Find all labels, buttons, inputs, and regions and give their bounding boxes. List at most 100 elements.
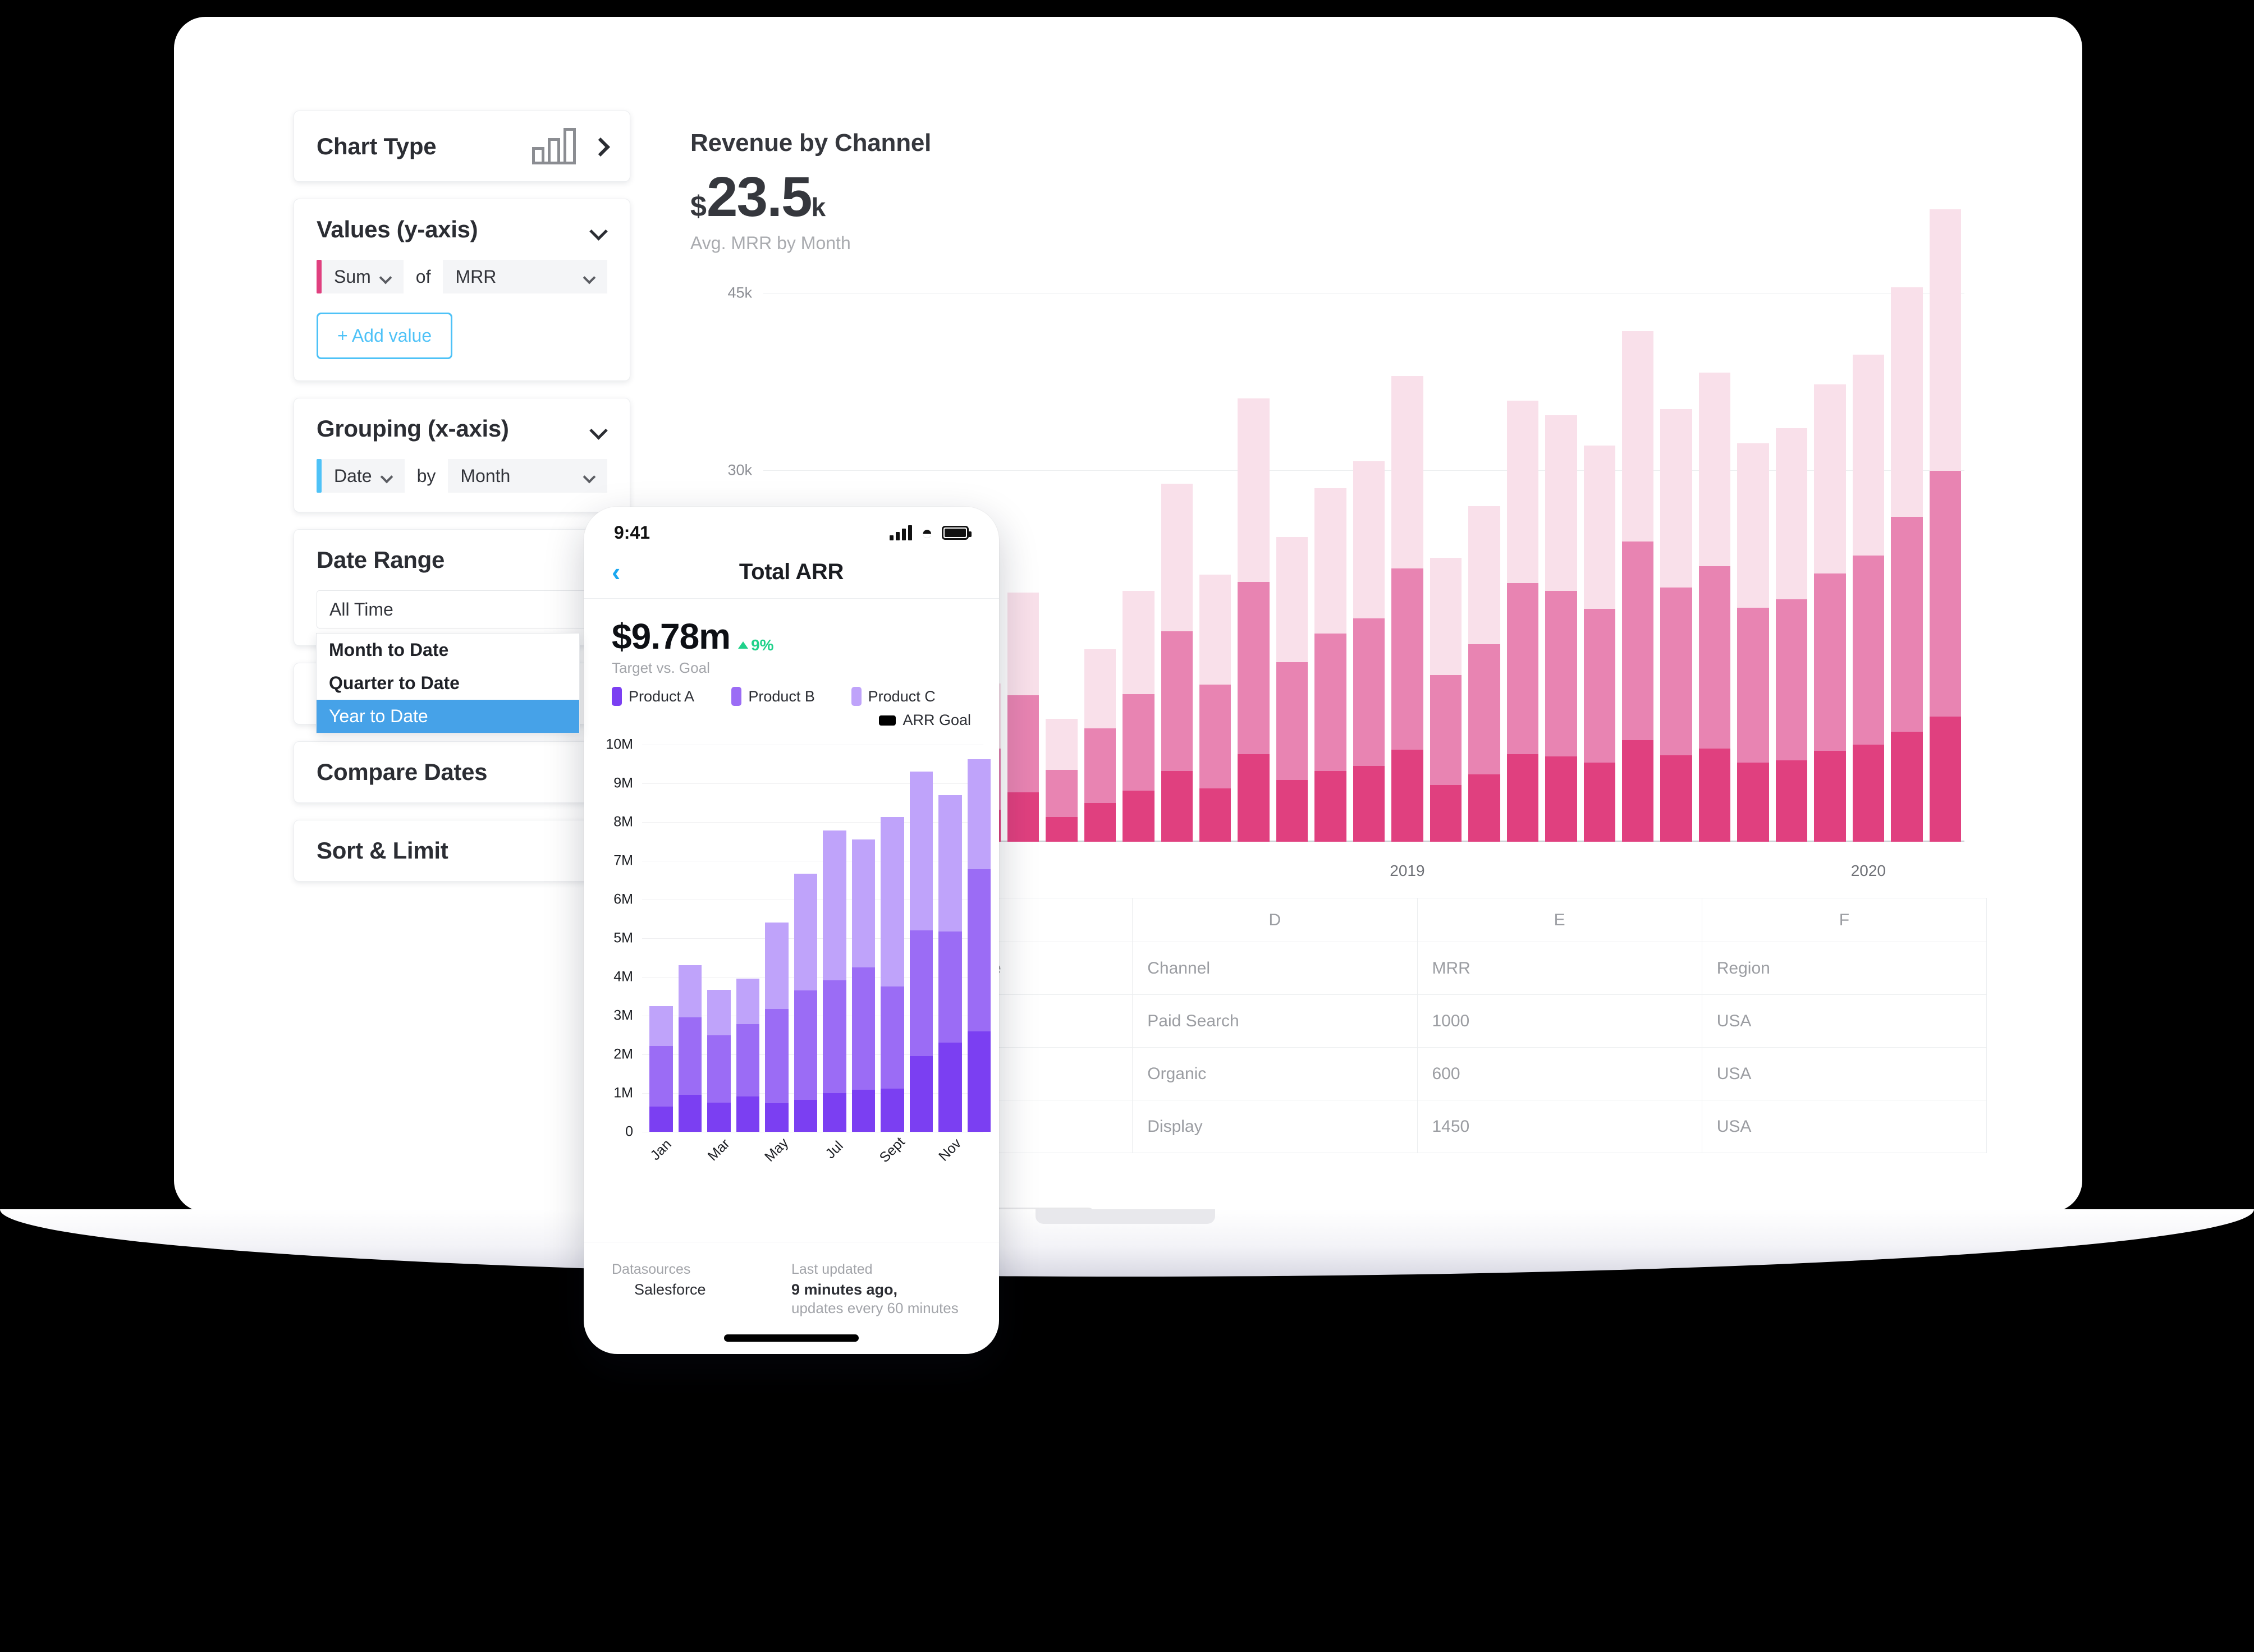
bar-segment bbox=[1161, 483, 1193, 632]
bar-segment bbox=[1929, 470, 1962, 717]
bar-column[interactable] bbox=[1123, 591, 1155, 842]
date-range-dropdown[interactable]: Month to Date Quarter to Date Year to Da… bbox=[316, 633, 580, 733]
phone-legend: Product A Product B Product C bbox=[584, 677, 999, 706]
phone-kpi-delta: 9% bbox=[738, 636, 774, 654]
bar-column[interactable] bbox=[1161, 483, 1193, 842]
bar-column[interactable] bbox=[1891, 287, 1923, 842]
bar-column[interactable] bbox=[1852, 355, 1885, 842]
table-cell[interactable]: Region bbox=[1701, 942, 1987, 995]
table-cell[interactable]: Display bbox=[1132, 1100, 1418, 1153]
grouping-accent-bar bbox=[317, 459, 322, 493]
bar-segment bbox=[1468, 506, 1500, 645]
bar-column[interactable] bbox=[1238, 398, 1270, 842]
chevron-down-icon bbox=[584, 273, 595, 280]
grouping-dimension-label: Date bbox=[334, 465, 372, 486]
phone-kpi-subtitle: Target vs. Goal bbox=[612, 659, 710, 676]
bar-column[interactable] bbox=[1084, 649, 1116, 842]
bar-segment bbox=[1698, 372, 1731, 567]
bar-segment bbox=[1545, 591, 1577, 757]
table-column-header[interactable]: E bbox=[1417, 898, 1702, 942]
table-cell[interactable]: USA bbox=[1701, 1100, 1987, 1153]
bar-column[interactable] bbox=[1468, 506, 1500, 842]
bar-segment bbox=[1775, 428, 1808, 600]
table-cell[interactable]: Organic bbox=[1132, 1047, 1418, 1100]
bar-column[interactable] bbox=[1314, 488, 1346, 842]
dropdown-option-quarter-to-date[interactable]: Quarter to Date bbox=[317, 667, 579, 700]
table-cell[interactable]: 1450 bbox=[1417, 1100, 1702, 1153]
bar-segment bbox=[1046, 718, 1078, 770]
bar-column[interactable] bbox=[1660, 409, 1692, 842]
aggregation-label: Sum bbox=[334, 266, 371, 287]
bar-column[interactable] bbox=[1814, 384, 1846, 842]
bar-segment bbox=[1506, 582, 1539, 755]
x-axis-tick: Jan bbox=[647, 1136, 675, 1164]
aggregation-select[interactable]: Sum bbox=[322, 260, 404, 293]
panel-chart-type[interactable]: Chart Type bbox=[294, 111, 630, 182]
bar-column[interactable] bbox=[1046, 718, 1078, 842]
kpi-currency-symbol: $ bbox=[690, 190, 707, 223]
bar-column[interactable] bbox=[1276, 536, 1308, 842]
panel-sort-limit[interactable]: Sort & Limit bbox=[294, 820, 630, 882]
dropdown-option-month-to-date[interactable]: Month to Date bbox=[317, 634, 579, 667]
grouping-connector: by bbox=[416, 465, 436, 486]
table-cell[interactable]: Paid Search bbox=[1132, 994, 1418, 1048]
chevron-down-icon[interactable] bbox=[590, 225, 607, 235]
chevron-down-icon bbox=[584, 472, 595, 479]
bar-segment bbox=[1737, 443, 1769, 608]
legend-item-product-c: Product C bbox=[851, 687, 971, 706]
table-cell[interactable]: MRR bbox=[1417, 942, 1702, 995]
bar-column[interactable] bbox=[1430, 558, 1462, 842]
x-axis-tick: Mar bbox=[704, 1136, 733, 1164]
grouping-field-row: Date by Month bbox=[294, 459, 630, 512]
bar-segment bbox=[1123, 791, 1155, 842]
table-cell[interactable]: USA bbox=[1701, 1047, 1987, 1100]
chevron-down-icon[interactable] bbox=[590, 424, 607, 434]
kpi-number: 23.5 bbox=[706, 166, 813, 228]
bar-column[interactable] bbox=[1698, 372, 1731, 842]
bar-column[interactable] bbox=[1545, 415, 1577, 842]
phone-nav-bar: ‹ Total ARR bbox=[584, 547, 999, 599]
chevron-right-icon[interactable] bbox=[594, 138, 607, 155]
value-field-label: MRR bbox=[455, 266, 497, 287]
bar-segment bbox=[1314, 634, 1346, 771]
panel-compare-dates[interactable]: Compare Dates bbox=[294, 741, 630, 803]
bar-column[interactable] bbox=[1583, 446, 1615, 842]
date-range-select[interactable]: All Time bbox=[317, 590, 607, 628]
dropdown-option-year-to-date[interactable]: Year to Date bbox=[317, 700, 579, 733]
value-field-select[interactable]: MRR bbox=[443, 260, 607, 293]
bar-column[interactable] bbox=[1775, 428, 1808, 842]
bar-segment bbox=[1545, 415, 1577, 591]
bar-column[interactable] bbox=[1199, 574, 1231, 842]
bar-segment bbox=[1698, 748, 1731, 842]
grouping-granularity-select[interactable]: Month bbox=[448, 459, 607, 493]
table-cell[interactable]: 600 bbox=[1417, 1047, 1702, 1100]
cellular-signal-icon bbox=[890, 525, 913, 540]
y-axis-tick: 9M bbox=[613, 775, 633, 791]
grouping-dimension-select[interactable]: Date bbox=[322, 459, 405, 493]
bar-segment bbox=[1814, 384, 1846, 573]
bar-segment bbox=[1545, 756, 1577, 842]
table-column-header[interactable]: F bbox=[1701, 898, 1987, 942]
bar-segment bbox=[1891, 516, 1923, 732]
bar-segment bbox=[1929, 716, 1962, 842]
bar-segment bbox=[1852, 355, 1885, 556]
bar-column[interactable] bbox=[1929, 209, 1962, 842]
bar-segment bbox=[1621, 331, 1654, 542]
add-value-button[interactable]: + Add value bbox=[317, 313, 453, 359]
bar-column[interactable] bbox=[1737, 443, 1769, 842]
bar-column[interactable] bbox=[1353, 461, 1385, 842]
y-axis-tick: 45k bbox=[727, 284, 752, 301]
bar-column[interactable] bbox=[1007, 592, 1039, 842]
legend-swatch bbox=[612, 687, 622, 706]
x-axis-tick: May bbox=[761, 1135, 791, 1165]
bar-column[interactable] bbox=[1391, 376, 1423, 842]
bar-column[interactable] bbox=[1506, 401, 1539, 842]
table-cell[interactable]: 1000 bbox=[1417, 994, 1702, 1048]
bar-segment bbox=[1238, 398, 1270, 582]
bar-column[interactable] bbox=[1621, 331, 1654, 842]
table-cell[interactable]: USA bbox=[1701, 994, 1987, 1048]
y-axis-tick: 7M bbox=[613, 852, 633, 869]
table-cell[interactable]: Channel bbox=[1132, 942, 1418, 995]
table-column-header[interactable]: D bbox=[1132, 898, 1418, 942]
chevron-down-icon bbox=[381, 472, 392, 479]
